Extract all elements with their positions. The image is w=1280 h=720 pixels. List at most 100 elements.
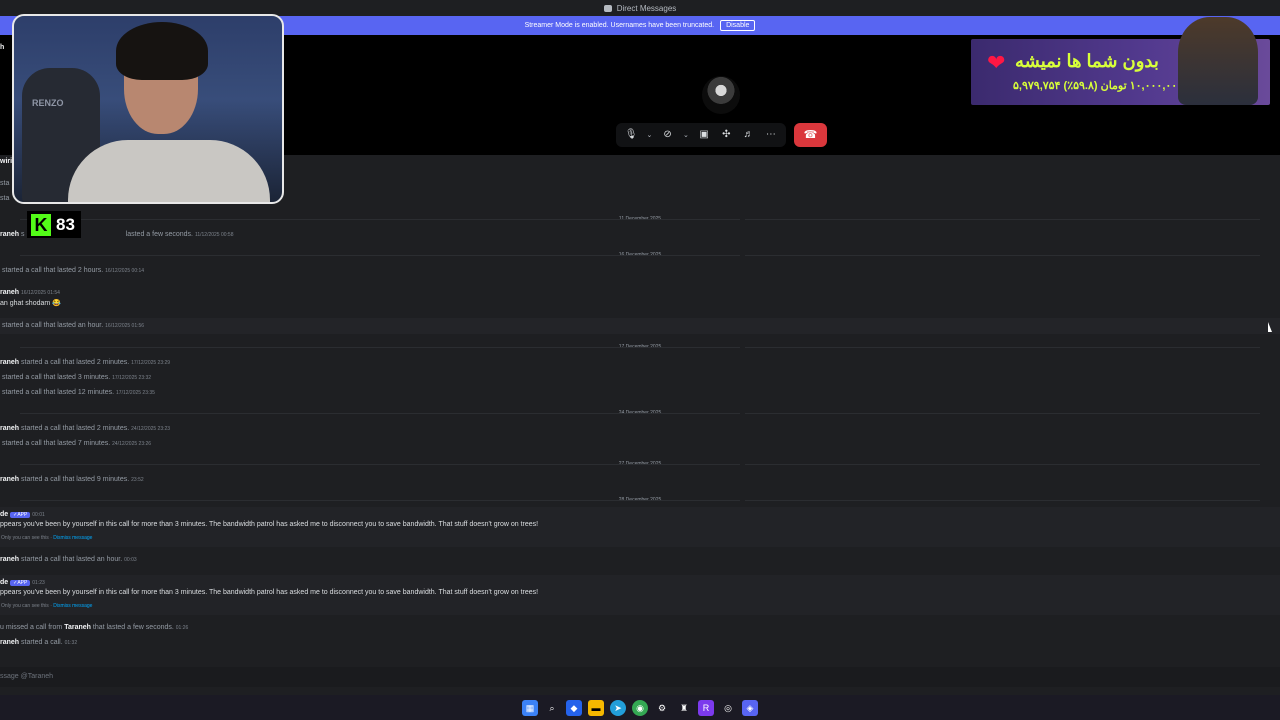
chat-fragment: h (0, 44, 5, 51)
timestamp: 16/12/2025 00:14 (105, 268, 145, 274)
file-explorer-icon[interactable]: ▬ (588, 699, 604, 716)
call-text: started a call that lasted 2 minutes. (21, 359, 130, 366)
call-log-entry: started a call that lasted 3 minutes. 17… (2, 374, 151, 381)
dm-icon (603, 4, 612, 12)
call-text: lasted a few seconds. (125, 231, 193, 238)
camera-options-chevron-down-icon[interactable]: ⌄ (682, 131, 690, 139)
date-label: 16 December 2025 (618, 252, 662, 258)
discord-icon[interactable]: ◈ (742, 699, 758, 716)
chair-brand-label: RENZO (32, 98, 64, 108)
call-text: started a call that lasted 7 minutes. (2, 440, 111, 447)
app-badge: ✓APP (10, 512, 31, 518)
username[interactable]: raneh (0, 231, 19, 238)
timestamp: 16/12/2025 01:54 (21, 290, 60, 296)
phone-hangup-icon: ☎ (803, 129, 818, 141)
hangup-button[interactable]: ☎ (794, 123, 827, 147)
username[interactable]: raneh (0, 476, 19, 483)
mic-icon[interactable]: 🎙 (623, 123, 639, 147)
date-divider: 27 December 2025 (0, 461, 1280, 467)
telegram-icon[interactable]: ➤ (610, 699, 626, 716)
timestamp: 24/12/2025 23:23 (131, 426, 171, 432)
more-icon[interactable]: ⋯ (763, 123, 779, 147)
call-text: that lasted a few seconds. (92, 624, 174, 631)
search-icon[interactable]: ⌕ (544, 700, 560, 716)
ephemeral-note: Only you can see this · Dismiss message (1, 535, 92, 541)
ephemeral-note: Only you can see this · Dismiss message (1, 603, 92, 609)
timestamp: 00:03 (124, 557, 137, 563)
timestamp: 17/12/2025 23:29 (131, 360, 171, 366)
vscode-icon[interactable]: ◆ (566, 699, 582, 716)
heart-icon: ❤ (987, 50, 1006, 75)
bot-message-header: de ✓APP 00:01 (0, 511, 45, 518)
streamer-hair (116, 22, 208, 80)
camera-off-icon[interactable]: ⊘ (660, 123, 676, 147)
call-log-entry: started a call that lasted 2 hours. 16/1… (2, 267, 144, 274)
message-input[interactable]: ssage @Taraneh (0, 667, 1280, 687)
call-log-entry: raneh started a call that lasted an hour… (0, 556, 137, 563)
mic-options-chevron-down-icon[interactable]: ⌄ (645, 131, 653, 139)
call-log-entry: u missed a call from Taraneh that lasted… (0, 624, 188, 631)
timestamp: 23:52 (131, 477, 144, 483)
call-log-entry: raneh started a call that lasted 2 minut… (0, 359, 170, 366)
date-label: 24 December 2025 (618, 410, 662, 416)
call-controls: 🎙 ⌄ ⊘ ⌄ ▣ ✣ ♬ ⋯ (616, 123, 786, 147)
timestamp: 17/12/2025 23:35 (116, 390, 155, 396)
message-text: an ghat shodam 😂 (0, 300, 61, 307)
hover-row (0, 318, 1280, 334)
date-label: 27 December 2025 (618, 461, 662, 467)
donation-title: بدون شما ها نمیشه (1015, 51, 1159, 71)
date-divider: 16 December 2025 (0, 252, 1280, 258)
ephemeral-note-text: Only you can see this · (1, 535, 52, 541)
username[interactable]: raneh (0, 289, 19, 296)
bot-message-text: ppears you've been by yourself in this c… (0, 521, 539, 528)
username[interactable]: raneh (0, 359, 19, 366)
soundboard-icon[interactable]: ♬ (741, 123, 757, 147)
bot-username[interactable]: de (0, 511, 8, 518)
call-text: started a call that lasted 12 minutes. (2, 389, 115, 396)
mouse-cursor (1268, 322, 1272, 332)
timestamp: 17/12/2025 23:32 (112, 375, 152, 381)
app-badge: ✓APP (10, 580, 31, 586)
username[interactable]: raneh (0, 556, 19, 563)
disable-streamer-mode-button[interactable]: Disable (720, 20, 756, 31)
call-log-entry: started a call that lasted 7 minutes. 24… (2, 440, 151, 447)
date-divider: 24 December 2025 (0, 410, 1280, 416)
browser-icon[interactable]: ◎ (720, 700, 736, 716)
timestamp: 16/12/2025 01:56 (105, 323, 145, 329)
webcam-overlay: RENZO (12, 14, 284, 204)
date-label: 28 December 2025 (618, 497, 662, 503)
chat-fragment: sta (0, 195, 10, 202)
windows-start-icon[interactable]: ▦ (522, 699, 538, 716)
call-text: started a call that lasted an hour. (2, 322, 104, 329)
chrome-icon[interactable]: ◉ (632, 699, 648, 716)
message-header: raneh 16/12/2025 01:54 (0, 289, 60, 296)
call-log-entry: raneh started a call. 01:32 (0, 639, 77, 646)
dismiss-message-link[interactable]: Dismiss message (53, 603, 92, 609)
dismiss-message-link[interactable]: Dismiss message (53, 535, 92, 541)
call-text: u missed a call from (0, 624, 63, 631)
call-log-entry: raneh started a call that lasted 9 minut… (0, 476, 144, 483)
call-log-entry: raneh started a call that lasted 2 minut… (0, 425, 170, 432)
ephemeral-note-text: Only you can see this · (1, 603, 52, 609)
call-text: started a call. (21, 639, 63, 646)
date-divider: 28 December 2025 (0, 497, 1280, 503)
screen-share-icon[interactable]: ▣ (696, 123, 712, 147)
call-text: started a call that lasted 3 minutes. (2, 374, 111, 381)
streamer-shirt (68, 140, 270, 202)
streamer-mode-text: Streamer Mode is enabled. Usernames have… (524, 22, 715, 29)
username[interactable]: raneh (0, 425, 19, 432)
window-title: Direct Messages (616, 3, 677, 13)
timestamp: 01:23 (32, 580, 45, 586)
activities-icon[interactable]: ✣ (718, 123, 734, 147)
r-app-icon[interactable]: R (698, 699, 714, 716)
settings-icon[interactable]: ⚙ (654, 700, 670, 716)
username[interactable]: Taraneh (64, 624, 91, 631)
timestamp: 11/12/2025 00:58 (194, 232, 234, 238)
call-participant-avatar[interactable] (702, 76, 740, 114)
date-label: 17 December 2025 (618, 344, 662, 350)
timestamp: 00:01 (32, 512, 45, 518)
bot-username[interactable]: de (0, 579, 8, 586)
username[interactable]: raneh (0, 639, 19, 646)
chess-icon[interactable]: ♜ (676, 700, 692, 716)
chat-fragment: sta (0, 180, 10, 187)
